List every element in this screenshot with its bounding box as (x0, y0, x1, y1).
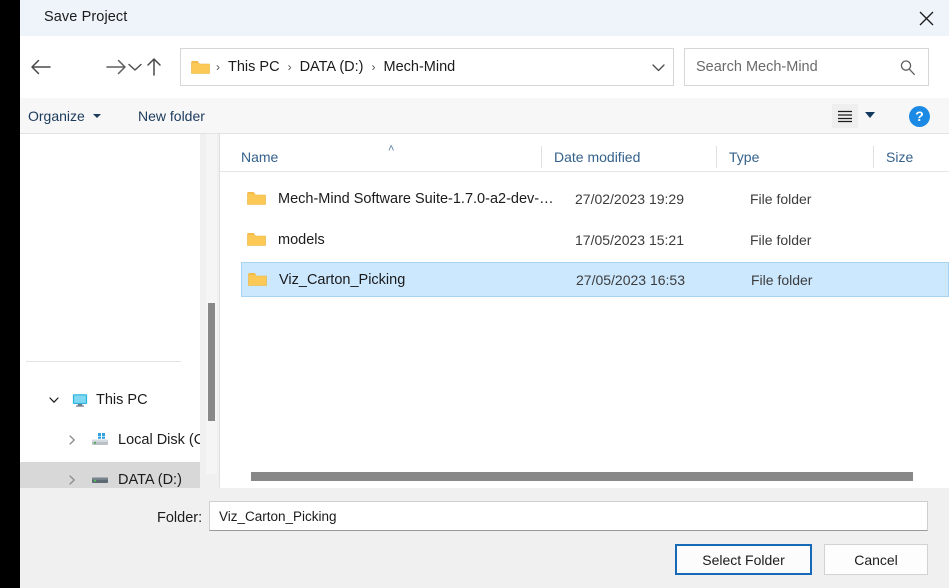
sidebar-scrollbar-thumb[interactable] (208, 303, 215, 421)
column-header-row: Name ˄ Date modified Type Size (220, 142, 949, 172)
sidebar-item-local-disk-c[interactable]: Local Disk (C:) (20, 422, 200, 458)
breadcrumb-separator: › (216, 60, 220, 74)
file-date-modified: 27/05/2023 16:53 (576, 271, 685, 288)
file-date-modified: 27/02/2023 19:29 (575, 190, 684, 207)
help-icon: ? (915, 108, 924, 124)
view-mode-dropdown[interactable] (865, 112, 875, 118)
folder-name-input[interactable] (209, 501, 928, 531)
file-name: models (278, 231, 325, 248)
file-list-pane: Name ˄ Date modified Type Size Mech-Mind… (220, 134, 949, 488)
sidebar-item-label: Local Disk (C:) (118, 432, 200, 448)
monitor-icon (72, 392, 88, 408)
breadcrumb-separator: › (371, 60, 376, 74)
column-header-date-modified[interactable]: Date modified (541, 142, 640, 172)
search-box[interactable] (684, 48, 929, 86)
column-header-size[interactable]: Size (873, 142, 913, 172)
breadcrumb-item-this-pc[interactable]: This PC (226, 59, 282, 75)
table-row[interactable]: models 17/05/2023 15:21 File folder (241, 222, 949, 257)
hard-drive-icon (90, 472, 110, 488)
breadcrumb-separator: › (287, 60, 292, 74)
column-header-name[interactable]: Name (228, 142, 278, 172)
sidebar-item-this-pc[interactable]: This PC (20, 382, 200, 418)
folder-icon (247, 232, 266, 247)
file-list-horizontal-scrollbar-thumb[interactable] (251, 472, 913, 481)
select-folder-button[interactable]: Select Folder (675, 544, 812, 575)
cancel-button[interactable]: Cancel (824, 544, 928, 575)
close-button[interactable] (903, 0, 949, 36)
hard-drive-icon (90, 432, 110, 448)
table-row[interactable]: Mech-Mind Software Suite-1.7.0-a2-dev-… … (241, 181, 949, 216)
search-icon (899, 59, 916, 76)
new-folder-button[interactable]: New folder (138, 98, 205, 134)
chevron-right-icon[interactable] (64, 472, 80, 488)
file-name: Viz_Carton_Picking (279, 271, 406, 288)
arrow-left-icon (31, 59, 51, 75)
list-view-icon (838, 110, 852, 123)
sidebar-item-label: This PC (96, 392, 148, 408)
column-header-label: Date modified (554, 149, 641, 165)
folder-icon (247, 191, 266, 206)
breadcrumb-item-mech-mind[interactable]: Mech-Mind (381, 59, 457, 75)
title-bar: Save Project (20, 0, 949, 36)
sidebar-item-label: DATA (D:) (118, 472, 182, 488)
command-bar: Organize New folder ? (20, 98, 949, 134)
table-row[interactable]: Viz_Carton_Picking 27/05/2023 16:53 File… (241, 262, 949, 297)
arrow-up-icon (147, 58, 161, 76)
back-button[interactable] (24, 50, 58, 84)
breadcrumb-dropdown-button[interactable] (643, 49, 673, 85)
file-type: File folder (750, 231, 812, 248)
file-type: File folder (751, 271, 813, 288)
folder-label: Folder: (157, 510, 203, 526)
chevron-down-icon (651, 63, 665, 71)
dialog-footer: Folder: Select Folder Cancel MECH MIND (20, 488, 949, 588)
organize-label: Organize (28, 108, 85, 124)
breadcrumb-item-data-d[interactable]: DATA (D:) (298, 59, 366, 75)
search-input[interactable] (696, 59, 886, 75)
column-header-type[interactable]: Type (716, 142, 759, 172)
folder-icon (248, 272, 267, 287)
file-date-modified: 17/05/2023 15:21 (575, 231, 684, 248)
column-header-label: Type (729, 149, 760, 165)
sidebar-item-data-d[interactable]: DATA (D:) (20, 462, 200, 488)
breadcrumb[interactable]: › This PC › DATA (D:) › Mech-Mind (180, 48, 674, 86)
file-type: File folder (750, 190, 812, 207)
column-header-label: Name (241, 149, 279, 165)
navigation-bar: › This PC › DATA (D:) › Mech-Mind (20, 36, 949, 98)
column-header-label: Size (886, 149, 914, 165)
organize-button[interactable]: Organize (28, 98, 101, 134)
sort-ascending-icon: ˄ (388, 143, 395, 155)
save-project-dialog: Save Project › This PC › DATA (D:) › Mec… (20, 0, 949, 588)
up-button[interactable] (137, 50, 171, 84)
folder-icon (191, 60, 210, 75)
chevron-right-icon[interactable] (64, 432, 80, 448)
view-mode-button[interactable] (832, 104, 858, 128)
new-folder-label: New folder (138, 108, 205, 124)
sidebar-divider (26, 361, 181, 362)
close-icon (919, 11, 933, 25)
help-button[interactable]: ? (909, 106, 930, 127)
file-name: Mech-Mind Software Suite-1.7.0-a2-dev-… (278, 190, 554, 207)
caret-down-icon (92, 114, 101, 118)
chevron-down-icon[interactable] (46, 392, 62, 408)
page-title: Save Project (44, 9, 128, 25)
navigation-sidebar: This PC Local Disk (C:) (20, 134, 200, 488)
